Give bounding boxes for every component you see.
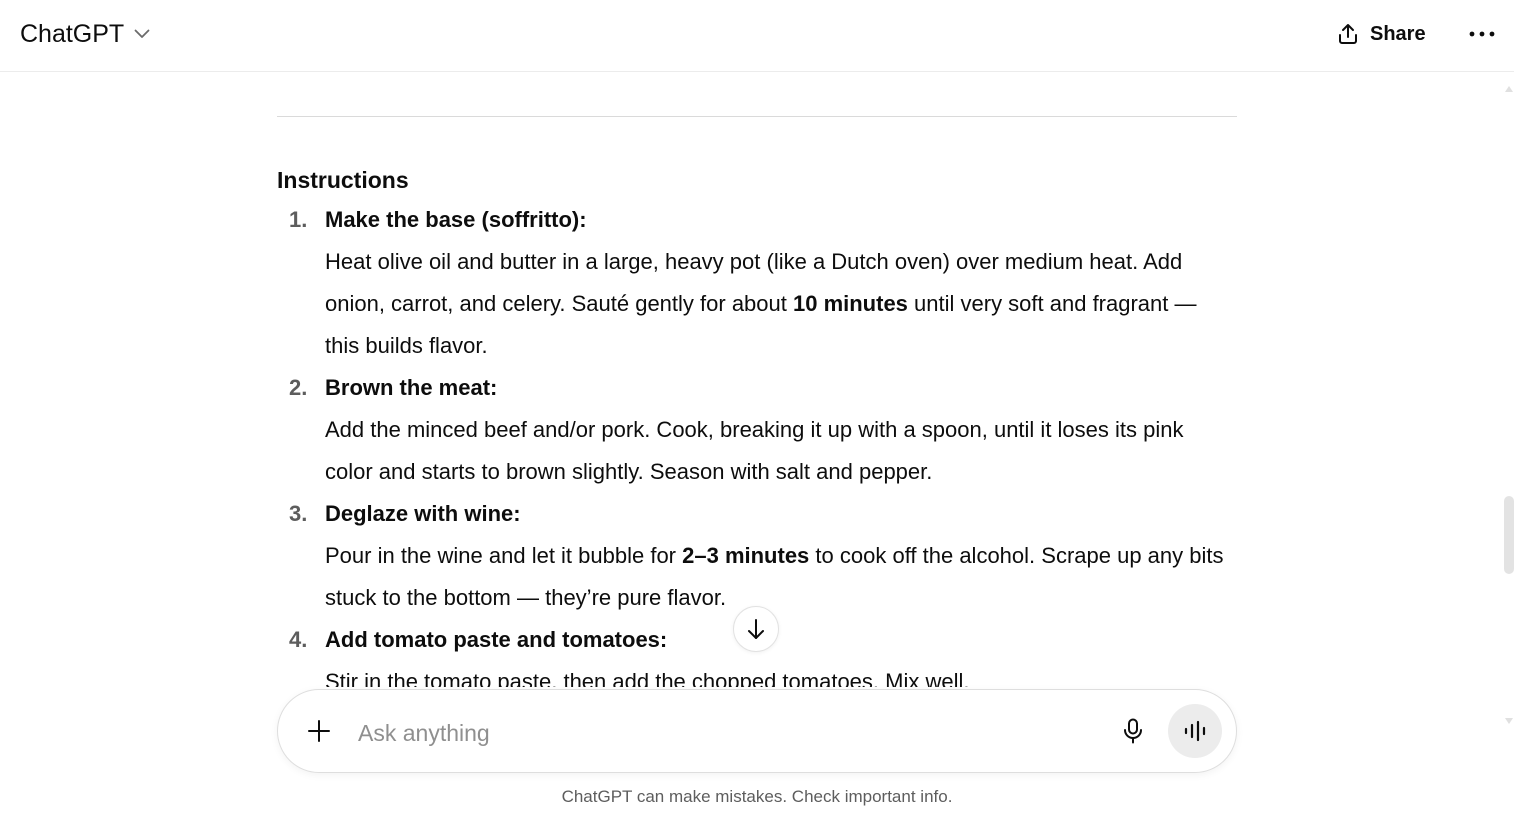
list-item-number: 1. xyxy=(289,207,308,232)
horizontal-rule xyxy=(277,116,1237,117)
list-item-body: Heat olive oil and butter in a large, he… xyxy=(325,249,1197,358)
list-item-body: Add the minced beef and/or pork. Cook, b… xyxy=(325,417,1184,484)
prompt-input[interactable] xyxy=(356,712,1100,754)
share-label: Share xyxy=(1370,22,1426,45)
list-item-title: Make the base (soffritto): xyxy=(325,207,587,232)
more-horizontal-icon xyxy=(1469,30,1495,38)
arrow-down-icon xyxy=(745,617,767,641)
conversation-content: Instructions 1. Make the base (soffritto… xyxy=(277,73,1237,687)
list-item-title: Deglaze with wine: xyxy=(325,501,521,526)
list-item-title: Brown the meat: xyxy=(325,375,498,400)
disclaimer-text: ChatGPT can make mistakes. Check importa… xyxy=(561,787,953,806)
plus-icon xyxy=(307,719,331,743)
model-name: ChatGPT xyxy=(20,19,125,48)
list-item-number: 4. xyxy=(289,627,308,652)
list-item-body: Pour in the wine and let it bubble for 2… xyxy=(325,543,1224,610)
share-button[interactable]: Share xyxy=(1326,14,1436,54)
model-switcher[interactable]: ChatGPT xyxy=(12,14,158,54)
microphone-icon xyxy=(1122,718,1144,744)
message-composer xyxy=(277,689,1237,773)
list-item-title: Add tomato paste and tomatoes: xyxy=(325,627,668,652)
more-options-button[interactable] xyxy=(1460,14,1504,54)
voice-mode-icon xyxy=(1183,720,1207,742)
upload-icon xyxy=(1336,22,1360,46)
chevron-down-icon xyxy=(134,29,150,39)
voice-mode-button[interactable] xyxy=(1168,704,1222,758)
scrollbar-up-arrow[interactable] xyxy=(1504,80,1514,92)
scrollbar-down-arrow[interactable] xyxy=(1504,712,1514,724)
list-item-number: 3. xyxy=(289,501,308,526)
list-item: 1. Make the base (soffritto): Heat olive… xyxy=(277,199,1237,367)
list-item-number: 2. xyxy=(289,375,308,400)
scroll-to-bottom-button[interactable] xyxy=(733,606,779,652)
attach-button[interactable] xyxy=(298,710,340,752)
section-heading: Instructions xyxy=(277,167,409,193)
top-bar: ChatGPT Share xyxy=(0,0,1514,72)
list-item: 3. Deglaze with wine: Pour in the wine a… xyxy=(277,493,1237,619)
dictate-button[interactable] xyxy=(1112,710,1154,752)
scrollbar-thumb[interactable] xyxy=(1504,496,1514,574)
list-item-body: Stir in the tomato paste, then add the c… xyxy=(325,669,970,687)
list-item: 2. Brown the meat: Add the minced beef a… xyxy=(277,367,1237,493)
